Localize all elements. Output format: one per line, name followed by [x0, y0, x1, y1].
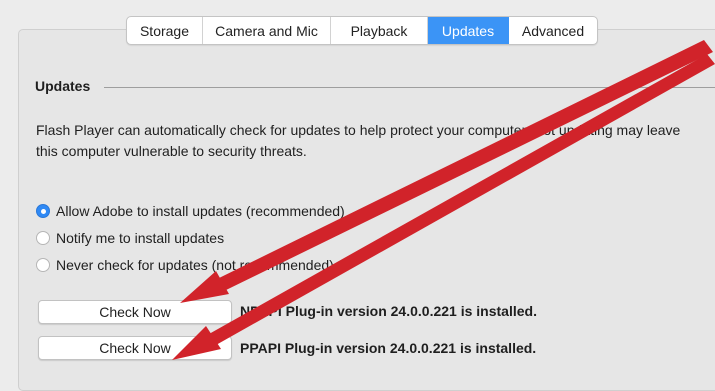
flash-player-settings-window: Storage Camera and Mic Playback Updates …: [0, 0, 715, 391]
tab-playback[interactable]: Playback: [331, 17, 428, 44]
tab-bar: Storage Camera and Mic Playback Updates …: [126, 16, 598, 45]
radio-button[interactable]: [36, 231, 50, 245]
section-divider: [104, 87, 715, 88]
tab-advanced[interactable]: Advanced: [509, 17, 597, 44]
npapi-version-status: NPAPI Plug-in version 24.0.0.221 is inst…: [240, 303, 537, 319]
radio-notify-me[interactable]: Notify me to install updates: [36, 230, 224, 246]
radio-button-selected[interactable]: [36, 204, 50, 218]
radio-allow-adobe-install[interactable]: Allow Adobe to install updates (recommen…: [36, 203, 345, 219]
radio-label: Notify me to install updates: [56, 230, 225, 246]
updates-description: Flash Player can automatically check for…: [36, 122, 681, 159]
tab-storage[interactable]: Storage: [127, 17, 203, 44]
section-title-updates: Updates: [35, 78, 91, 94]
radio-label: Allow Adobe to install updates (recommen…: [56, 203, 345, 219]
tab-camera-and-mic[interactable]: Camera and Mic: [203, 17, 331, 44]
check-now-ppapi-button[interactable]: Check Now: [38, 336, 232, 360]
radio-button[interactable]: [36, 258, 50, 272]
tab-updates[interactable]: Updates: [428, 17, 509, 44]
ppapi-version-status: PPAPI Plug-in version 24.0.0.221 is inst…: [240, 340, 537, 356]
radio-never-check[interactable]: Never check for updates (not recommended…: [36, 257, 334, 273]
check-now-npapi-button[interactable]: Check Now: [38, 300, 232, 324]
radio-label: Never check for updates (not recommended…: [56, 257, 334, 273]
